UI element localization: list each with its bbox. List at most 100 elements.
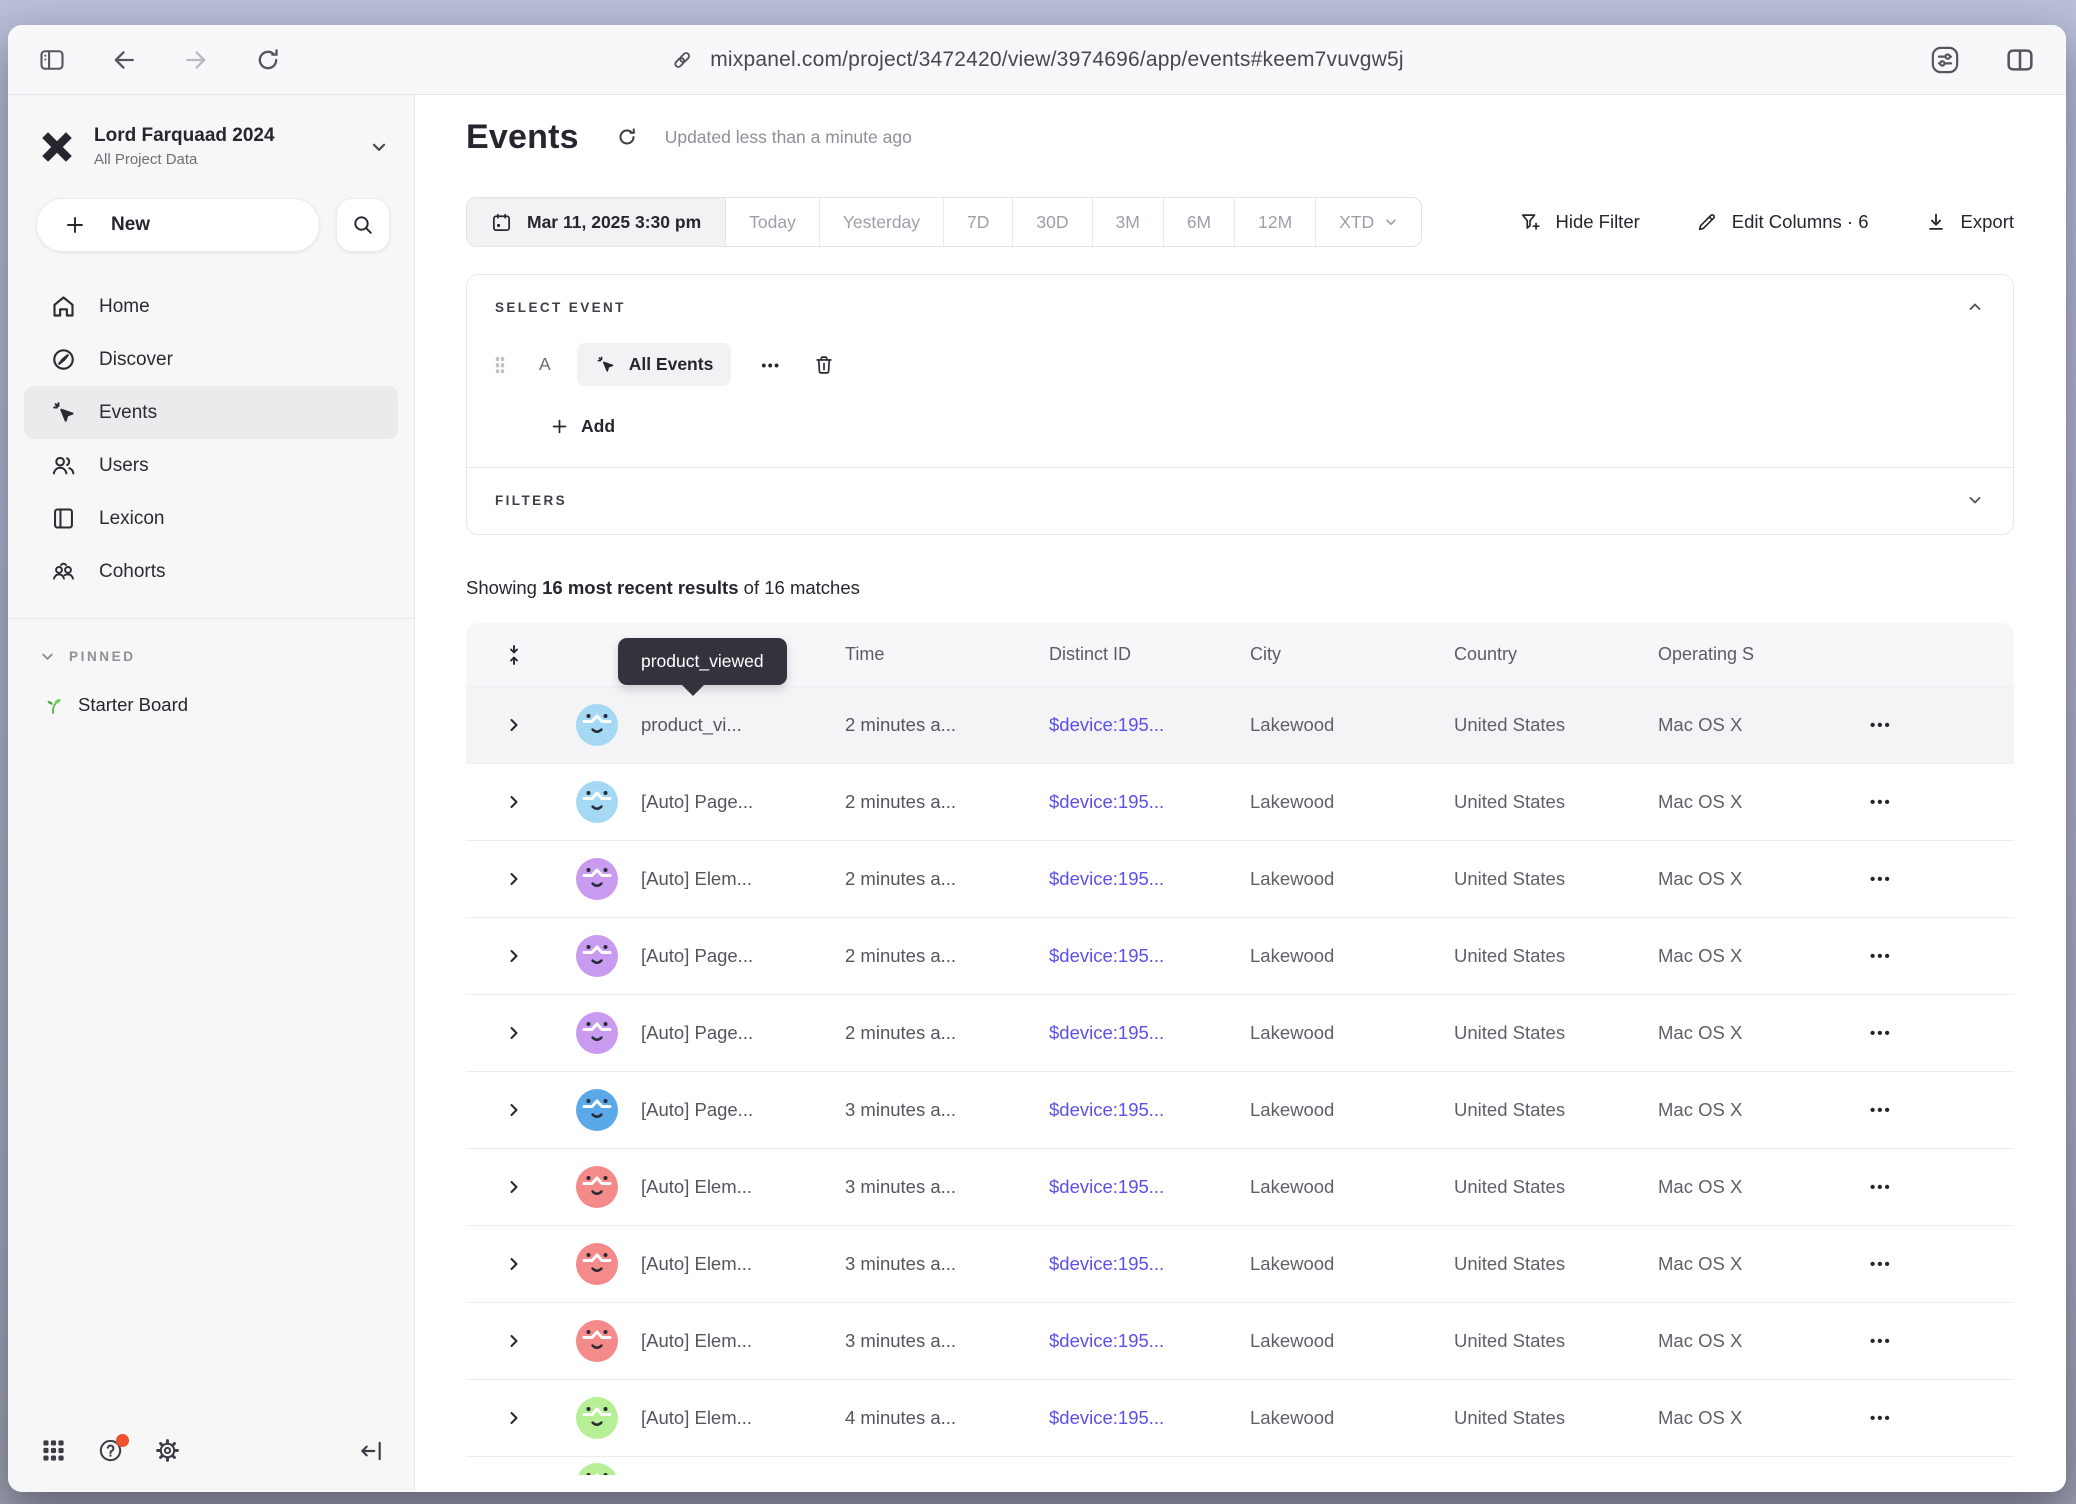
search-button[interactable] [336,198,390,252]
hide-filter-label: Hide Filter [1555,211,1639,233]
project-switcher[interactable]: Lord Farquaad 2024 All Project Data [8,95,414,174]
sidebar-item-cohorts[interactable]: Cohorts [24,545,398,598]
date-picker-button[interactable]: Mar 11, 2025 3:30 pm [467,198,726,246]
cell-time: 2 minutes a... [845,1022,1049,1044]
sidebar-item-label: Home [99,296,150,318]
back-icon[interactable] [110,46,138,74]
split-view-icon[interactable] [2004,44,2036,76]
hide-filter-button[interactable]: Hide Filter [1519,211,1639,233]
cell-time: 3 minutes a... [845,1330,1049,1352]
chevron-up-icon[interactable] [1967,299,1983,315]
range-6m[interactable]: 6M [1163,198,1234,246]
row-menu-icon[interactable]: ••• [1870,871,2014,888]
refresh-icon[interactable] [615,125,639,149]
row-menu-icon[interactable]: ••• [1870,1102,2014,1119]
expand-row-icon[interactable] [506,1179,522,1195]
row-menu-icon[interactable]: ••• [1870,1025,2014,1042]
results-summary: Showing 16 most recent results of 16 mat… [466,577,2014,599]
cell-distinct-id-link[interactable]: $device:195... [1049,1022,1250,1044]
expand-row-icon[interactable] [506,1256,522,1272]
row-menu-icon[interactable]: ••• [1870,948,2014,965]
sidebar-item-discover[interactable]: Discover [24,333,398,386]
select-event-section: SELECT EVENT A All Events ••• [467,275,2013,467]
trash-icon[interactable] [813,354,835,376]
col-header-city: City [1250,644,1454,665]
drag-handle[interactable] [495,356,505,373]
page-settings-icon[interactable] [1928,43,1962,77]
event-avatar [576,858,618,900]
sidebar-toggle-icon[interactable] [38,46,66,74]
help-icon[interactable] [97,1437,124,1464]
sidebar-item-users[interactable]: Users [24,439,398,492]
collapse-all-rows-icon[interactable] [504,644,524,666]
event-selector-chip[interactable]: All Events [577,343,732,386]
expand-row-icon[interactable] [506,871,522,887]
new-button[interactable]: New [36,198,320,252]
search-icon [352,214,374,236]
expand-row-icon[interactable] [506,1333,522,1349]
row-menu-icon[interactable]: ••• [1870,1333,2014,1350]
cell-os: Mac OS X [1658,945,1826,967]
range-3m[interactable]: 3M [1092,198,1163,246]
cell-distinct-id-link[interactable]: $device:195... [1049,1176,1250,1198]
expand-row-icon[interactable] [506,1410,522,1426]
sidebar-item-lexicon[interactable]: Lexicon [24,492,398,545]
export-label: Export [1961,211,2014,233]
row-menu-icon[interactable]: ••• [1870,1179,2014,1196]
expand-row-icon[interactable] [506,794,522,810]
pinned-section-header[interactable]: PINNED [40,649,414,664]
gear-icon[interactable] [154,1437,181,1464]
expand-row-icon[interactable] [506,948,522,964]
cell-distinct-id-link[interactable]: $device:195... [1049,1253,1250,1275]
range-30d[interactable]: 30D [1012,198,1091,246]
range-12m[interactable]: 12M [1234,198,1315,246]
chevron-down-icon [370,138,388,156]
cell-distinct-id-link[interactable]: $device:195... [1049,791,1250,813]
cell-city: Lakewood [1250,1099,1454,1121]
cell-distinct-id-link[interactable]: $device:195... [1049,945,1250,967]
cell-os: Mac OS X [1658,868,1826,890]
event-avatar [576,1243,618,1285]
forward-icon[interactable] [182,46,210,74]
cell-distinct-id-link[interactable]: $device:195... [1049,1099,1250,1121]
cell-distinct-id-link[interactable]: $device:195... [1049,1330,1250,1352]
pinned-item-starter-board[interactable]: Starter Board [42,694,414,716]
table-row: [Auto] Page... 3 minutes a... $device:19… [466,1071,2014,1148]
sidebar-item-events[interactable]: Events [24,386,398,439]
address-bar[interactable]: mixpanel.com/project/3472420/view/397469… [670,48,1404,72]
range-today[interactable]: Today [726,198,819,246]
row-menu-icon[interactable]: ••• [1870,794,2014,811]
sidebar-item-home[interactable]: Home [24,280,398,333]
reload-icon[interactable] [254,46,282,74]
cell-distinct-id-link[interactable]: $device:195... [1049,868,1250,890]
cell-distinct-id-link[interactable]: $device:195... [1049,1407,1250,1429]
cell-distinct-id-link[interactable]: $device:195... [1049,714,1250,736]
range-xtd[interactable]: XTD [1315,198,1421,246]
apps-grid-icon[interactable] [40,1437,67,1464]
expand-row-icon[interactable] [506,1025,522,1041]
cell-country: United States [1454,1176,1658,1198]
more-options-icon[interactable]: ••• [761,357,780,373]
range-yesterday[interactable]: Yesterday [819,198,943,246]
expand-row-icon[interactable] [506,717,522,733]
expand-row-icon[interactable] [506,1102,522,1118]
row-menu-icon[interactable]: ••• [1870,1410,2014,1427]
cell-event-name: [Auto] Page... [641,1099,845,1121]
plus-icon [551,418,568,435]
events-cursor-icon [595,354,616,375]
date-label: Mar 11, 2025 3:30 pm [527,212,701,233]
main-content: Events Updated less than a minute ago Ma… [415,95,2066,1492]
range-7d[interactable]: 7D [943,198,1012,246]
row-menu-icon[interactable]: ••• [1870,1256,2014,1273]
edit-columns-button[interactable]: Edit Columns · 6 [1696,211,1869,233]
page-title: Events [466,118,579,157]
chevron-down-icon[interactable] [1967,492,1983,508]
cell-country: United States [1454,1253,1658,1275]
cell-city: Lakewood [1250,1022,1454,1044]
add-event-button[interactable]: Add [551,416,1983,437]
row-menu-icon[interactable]: ••• [1870,717,2014,734]
export-button[interactable]: Export [1925,211,2014,233]
collapse-sidebar-icon[interactable] [358,1438,384,1464]
pinned-item-label: Starter Board [78,694,188,716]
pencil-icon [1696,211,1718,233]
